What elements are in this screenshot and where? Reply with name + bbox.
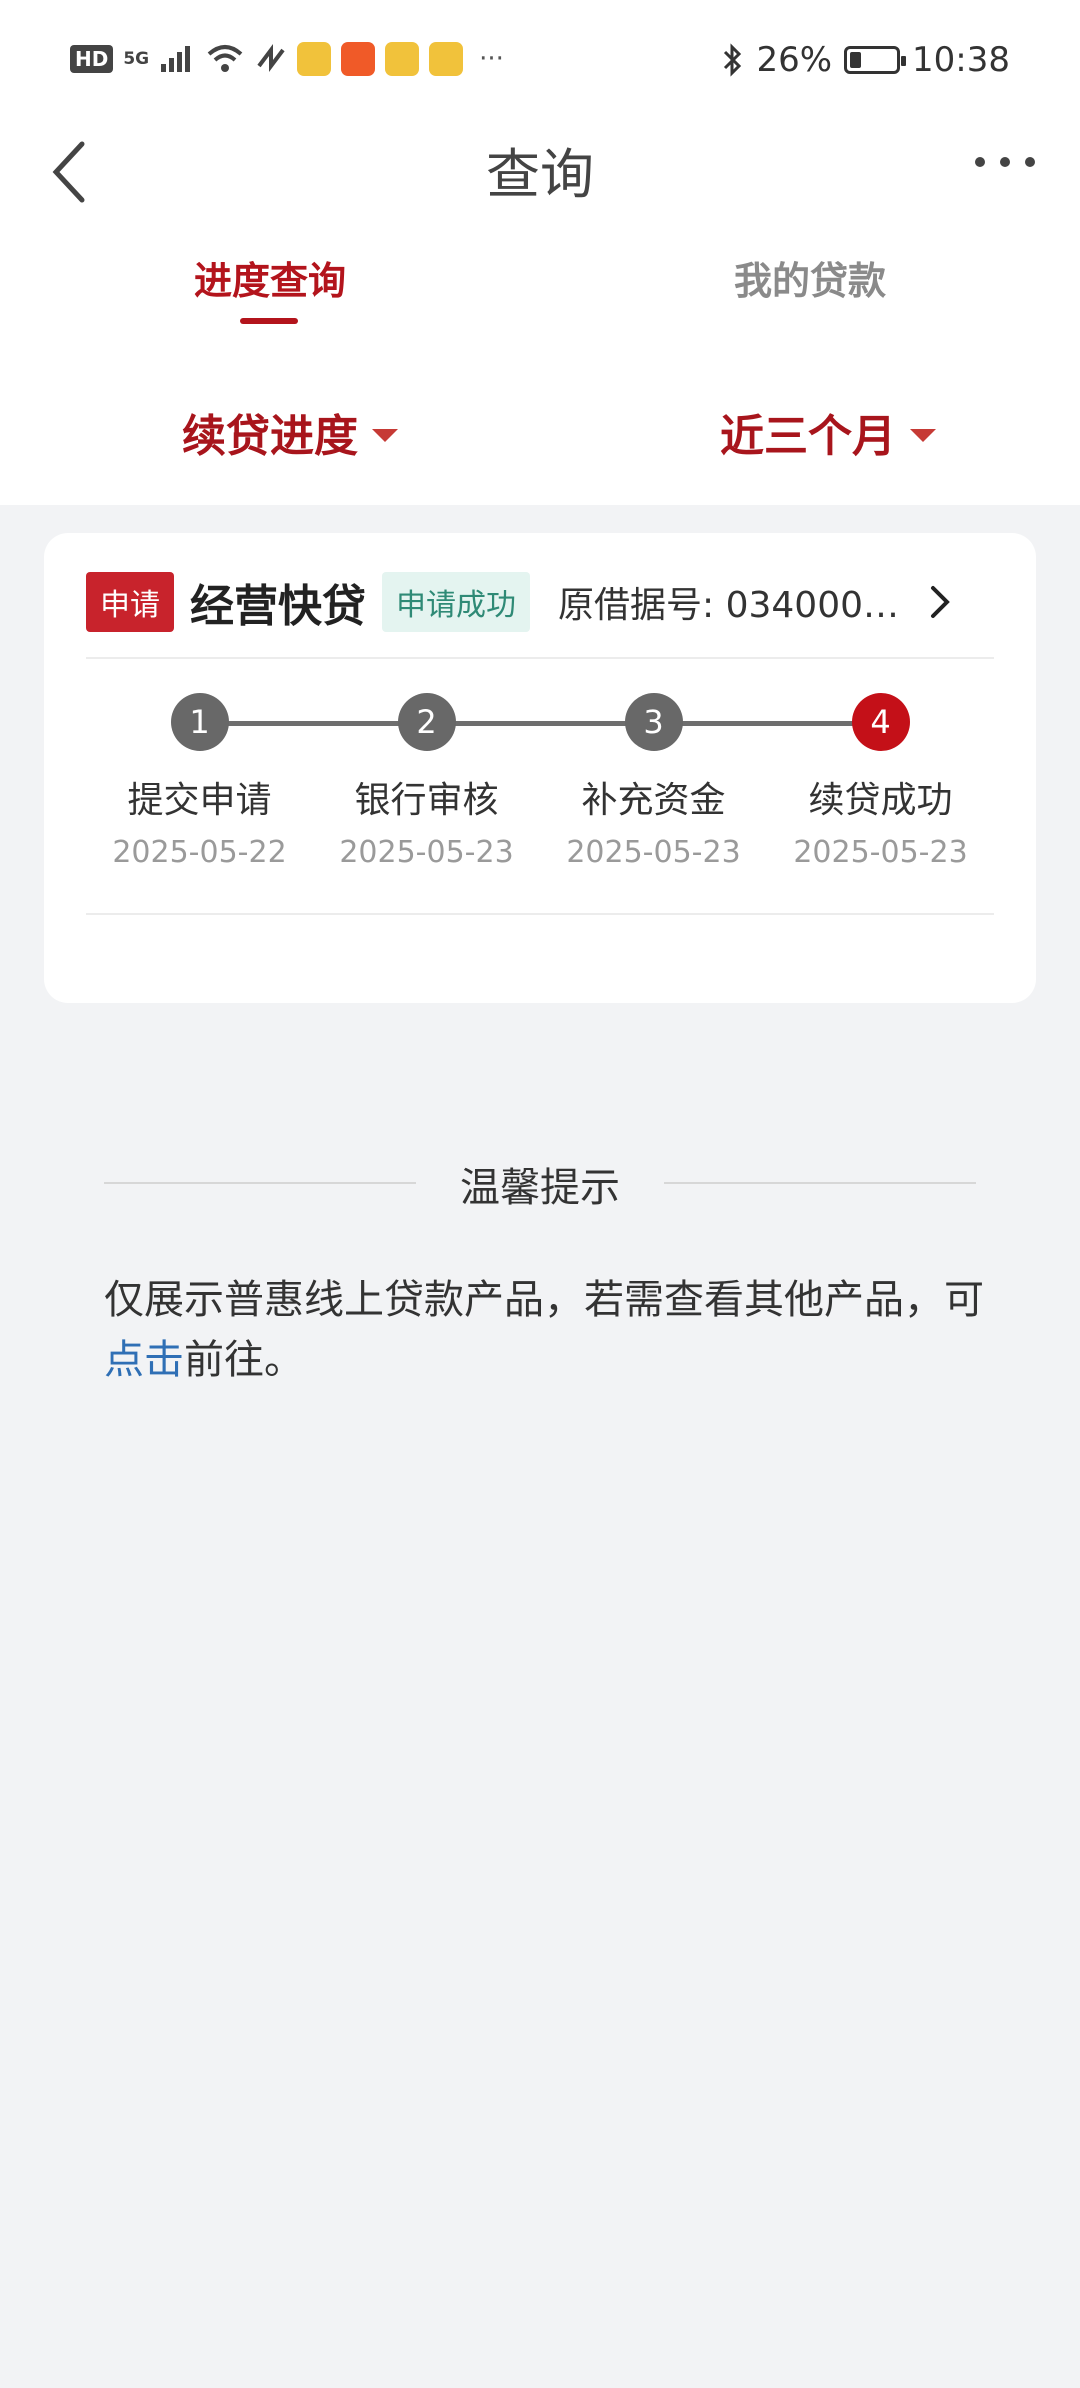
weibo-app-icon [297, 42, 332, 76]
tab-progress-query[interactable]: 进度查询 [0, 250, 540, 305]
page-title: 查询 [486, 143, 594, 206]
step-label: 提交申请 [127, 780, 272, 821]
filter-bar: 续贷进度 近三个月 [0, 400, 1080, 470]
step-number-current: 4 [851, 693, 910, 751]
step-label: 补充资金 [581, 780, 726, 821]
step-bank-review: 2 银行审核 2025-05-23 [313, 683, 540, 870]
card-divider [86, 657, 994, 659]
progress-steps: 1 提交申请 2025-05-22 2 银行审核 2025-05-23 3 补充… [86, 683, 994, 903]
step-label: 银行审核 [354, 780, 499, 821]
status-badge: 申请成功 [382, 572, 530, 632]
tab-bar: 进度查询 我的贷款 [0, 250, 1080, 330]
nav-bar: 查询 [0, 120, 1080, 230]
more-dot [1000, 157, 1010, 167]
step-submit: 1 提交申请 2025-05-22 [86, 683, 313, 870]
tip-click-link[interactable]: 点击 [104, 1337, 184, 1383]
nfc-icon [257, 44, 285, 72]
step-number: 2 [397, 693, 456, 751]
more-dot [975, 157, 985, 167]
period-filter-dropdown[interactable]: 近三个月 [720, 400, 936, 464]
more-dot [1025, 157, 1035, 167]
notification-app-icon [341, 42, 376, 76]
more-notifications-icon: ··· [479, 44, 504, 74]
period-filter-label: 近三个月 [720, 411, 896, 462]
step-supplement-funds: 3 补充资金 2025-05-23 [540, 683, 767, 870]
step-date: 2025-05-23 [793, 835, 968, 870]
battery-fill [850, 52, 862, 68]
step-number: 3 [624, 693, 683, 751]
tip-text: 仅展示普惠线上贷款产品，若需查看其他产品，可点击前往。 [104, 1270, 994, 1390]
step-date: 2025-05-22 [112, 835, 287, 870]
signal-icon [161, 46, 191, 72]
product-name: 经营快贷 [190, 581, 366, 632]
step-date: 2025-05-23 [566, 835, 741, 870]
tab-my-loans[interactable]: 我的贷款 [540, 250, 1080, 305]
step-renewal-success: 4 续贷成功 2025-05-23 [767, 683, 994, 870]
tip-title: 温馨提示 [460, 1165, 620, 1211]
tip-text-after: 前往。 [184, 1337, 304, 1383]
caret-down-icon [910, 428, 936, 442]
battery-percent: 26% [756, 40, 833, 80]
card-header[interactable]: 申请 经营快贷 申请成功 原借据号: 0340000... [86, 571, 996, 633]
weibo-app-icon [429, 42, 464, 76]
hd-indicator: HD [70, 45, 114, 73]
bluetooth-icon [724, 43, 742, 77]
card-divider [86, 913, 994, 915]
tip-text-before: 仅展示普惠线上贷款产品，若需查看其他产品，可 [104, 1277, 984, 1323]
status-right: 26% 10:38 [722, 40, 1010, 80]
weibo-app-icon [385, 42, 420, 76]
tip-divider-right [664, 1182, 976, 1184]
type-filter-label: 续贷进度 [182, 411, 358, 462]
chevron-right-icon[interactable] [925, 582, 955, 622]
network-type: 5G [123, 48, 150, 69]
step-label: 续贷成功 [808, 780, 953, 821]
header-area: HD 5G ··· 26% 10:38 查询 进度查询 我的贷款 续贷进度 近三… [0, 0, 1080, 505]
status-bar: HD 5G ··· 26% 10:38 [0, 0, 1080, 130]
more-options-icon[interactable] [970, 142, 1040, 182]
step-number: 1 [170, 693, 229, 751]
active-tab-indicator [240, 318, 298, 324]
apply-tag: 申请 [86, 572, 174, 632]
status-left: HD 5G ··· [70, 42, 504, 76]
caret-down-icon [372, 428, 398, 442]
original-loan-number: 原借据号: 0340000... [558, 585, 903, 626]
type-filter-dropdown[interactable]: 续贷进度 [182, 400, 398, 464]
wifi-icon [207, 45, 243, 72]
tip-header: 温馨提示 [0, 1155, 1080, 1215]
application-card[interactable]: 申请 经营快贷 申请成功 原借据号: 0340000... 1 提交申请 202… [44, 533, 1036, 1003]
clock: 10:38 [912, 40, 1010, 80]
step-date: 2025-05-23 [339, 835, 514, 870]
battery-icon [844, 46, 907, 74]
